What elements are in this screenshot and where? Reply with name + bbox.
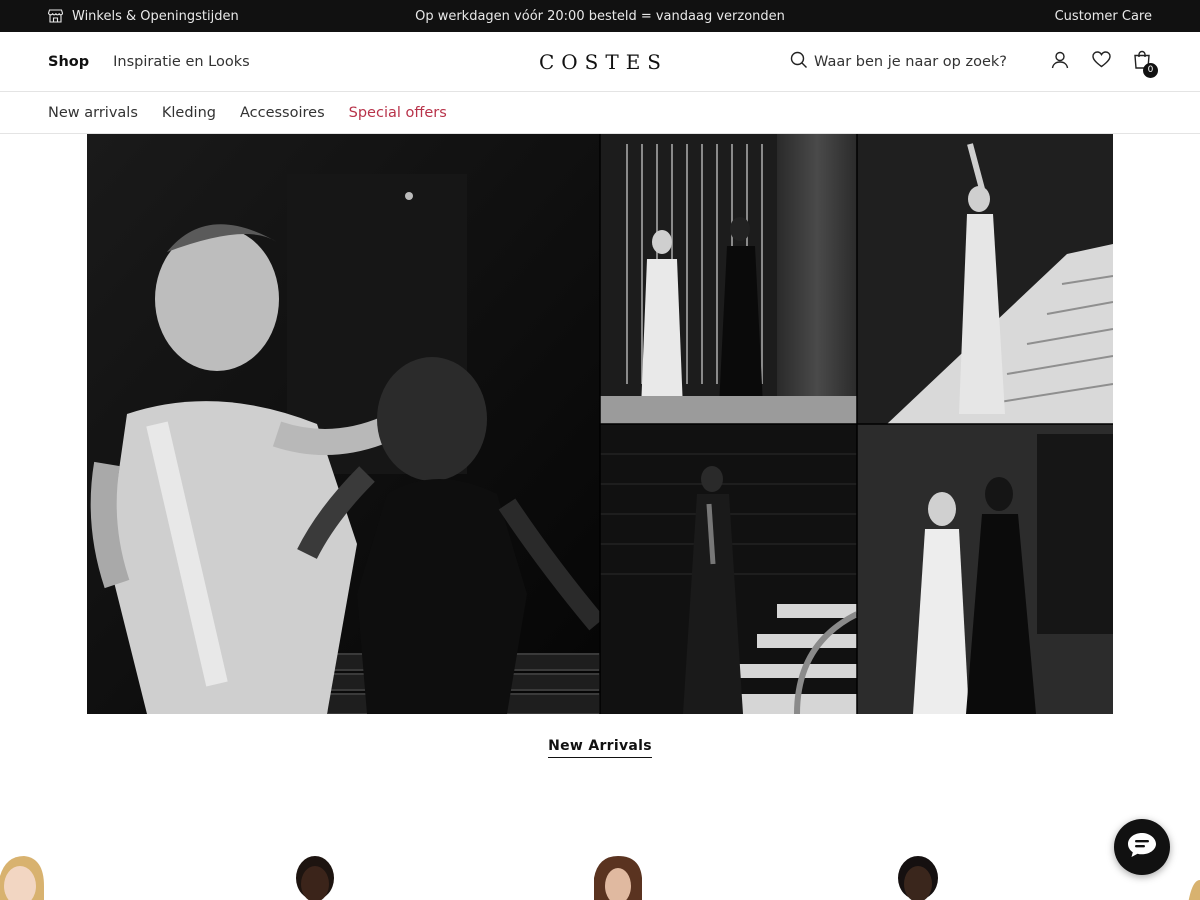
- product-image: [296, 856, 334, 900]
- product-carousel: [0, 840, 1200, 900]
- search-icon: [790, 51, 808, 73]
- new-arrivals-link[interactable]: New Arrivals: [548, 738, 652, 758]
- category-nav: New arrivals Kleding Accessoires Special…: [0, 92, 1200, 134]
- hero-panel-top-right: [857, 134, 1113, 424]
- cart-button[interactable]: 0: [1132, 50, 1158, 78]
- header-tools: Waar ben je naar op zoek? 0: [790, 32, 1158, 91]
- primary-nav: Shop Inspiratie en Looks: [48, 32, 250, 91]
- search-field[interactable]: Waar ben je naar op zoek?: [790, 51, 1007, 73]
- stores-label: Winkels & Openingstijden: [72, 8, 239, 24]
- account-button[interactable]: [1050, 51, 1070, 73]
- nav-shop[interactable]: Shop: [48, 54, 89, 70]
- hero-collage-image: [87, 134, 1113, 714]
- main-header: Shop Inspiratie en Looks COSTES Waar ben…: [0, 32, 1200, 92]
- hero-panel-bottom-right: [857, 424, 1113, 714]
- category-new-arrivals[interactable]: New arrivals: [48, 105, 138, 121]
- product-card[interactable]: [592, 854, 644, 900]
- product-image: [1188, 880, 1200, 900]
- announcement-bar: Winkels & Openingstijden Op werkdagen vó…: [0, 0, 1200, 32]
- product-card[interactable]: [1186, 854, 1200, 900]
- customer-care-link[interactable]: Customer Care: [1055, 0, 1152, 32]
- wishlist-button[interactable]: [1091, 51, 1111, 72]
- category-kleding[interactable]: Kleding: [162, 105, 216, 121]
- store-icon: [48, 9, 63, 23]
- search-placeholder: Waar ben je naar op zoek?: [814, 53, 1007, 70]
- hero-banner[interactable]: [87, 134, 1113, 714]
- chat-bubble-icon: [1126, 831, 1158, 863]
- product-card[interactable]: [896, 854, 940, 900]
- section-heading: New Arrivals: [0, 738, 1200, 758]
- product-card[interactable]: [0, 854, 46, 900]
- category-accessoires[interactable]: Accessoires: [240, 105, 325, 121]
- nav-inspiration[interactable]: Inspiratie en Looks: [113, 54, 250, 70]
- user-icon: [1051, 51, 1069, 73]
- chat-button[interactable]: [1114, 819, 1170, 875]
- cart-count-badge: 0: [1143, 62, 1158, 78]
- product-image: [898, 856, 938, 900]
- category-special-offers[interactable]: Special offers: [349, 105, 447, 121]
- product-image: [0, 856, 44, 900]
- brand-logo[interactable]: COSTES: [532, 50, 668, 74]
- stores-link[interactable]: Winkels & Openingstijden: [48, 0, 239, 32]
- product-image: [594, 856, 642, 900]
- product-card[interactable]: [294, 854, 336, 900]
- hero-panel-top-middle: [600, 134, 857, 424]
- hero-panel-bottom-middle: [600, 424, 859, 714]
- heart-icon: [1091, 51, 1111, 72]
- hero-panel-main: [87, 134, 605, 714]
- customer-care-label: Customer Care: [1054, 8, 1152, 24]
- shipping-promo-text: Op werkdagen vóór 20:00 besteld = vandaa…: [415, 8, 785, 24]
